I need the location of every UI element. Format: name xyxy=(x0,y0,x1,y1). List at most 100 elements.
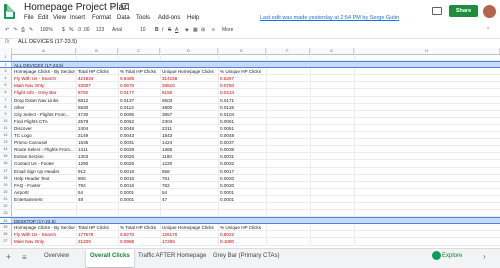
cell[interactable]: 0.0095 xyxy=(120,111,158,117)
fill-color-icon[interactable]: ◈ xyxy=(185,27,189,33)
cell[interactable]: City Select - Flights From... xyxy=(14,111,75,117)
cell[interactable]: 54 xyxy=(78,189,116,195)
cell[interactable]: 17259 xyxy=(162,238,216,244)
cell[interactable]: FAQ - Footer xyxy=(14,182,75,188)
cell[interactable] xyxy=(268,125,308,131)
tab-overall-clicks[interactable]: Overall Clicks xyxy=(90,253,130,259)
cell[interactable] xyxy=(220,210,264,216)
cell[interactable] xyxy=(162,210,216,216)
explore-icon[interactable] xyxy=(432,251,441,260)
more-button[interactable]: More xyxy=(222,27,233,33)
cell[interactable]: % Unique HP Clicks xyxy=(220,224,264,230)
all-sheets-icon[interactable]: ≡ xyxy=(22,253,27,262)
spreadsheet-grid[interactable]: A B C D E F G H 12ALL DEVICES (17-23.5)3… xyxy=(0,48,500,246)
row-number[interactable]: 4 xyxy=(0,75,12,81)
cell[interactable]: Flight info - Grey Bar xyxy=(14,89,75,95)
row-number[interactable]: 21 xyxy=(0,196,12,202)
cell[interactable]: 4800 xyxy=(162,104,216,110)
paint-format-icon[interactable]: ✎ xyxy=(29,27,33,33)
cell[interactable]: 0.0177 xyxy=(120,89,158,95)
cell[interactable] xyxy=(268,97,308,103)
cell[interactable]: 1424 xyxy=(162,139,216,145)
cell[interactable] xyxy=(162,62,216,67)
table-row[interactable]: 17Email Sign Up Header9120.00186580.0017 xyxy=(0,168,500,175)
cell[interactable] xyxy=(78,54,116,60)
cell[interactable] xyxy=(268,238,308,244)
cell[interactable] xyxy=(14,54,75,60)
cell[interactable]: 658 xyxy=(162,168,216,174)
cell[interactable]: 2579 xyxy=(78,118,116,124)
cell[interactable]: Email Sign Up Header xyxy=(14,168,75,174)
cell[interactable] xyxy=(162,54,216,60)
cell[interactable] xyxy=(268,62,308,67)
cell[interactable]: 0.0031 xyxy=(120,139,158,145)
cell[interactable]: 0.0126 xyxy=(220,104,264,110)
table-row[interactable]: 25Homepage Clicks - By SectionTotal HP C… xyxy=(0,224,500,231)
cell[interactable] xyxy=(268,224,308,230)
table-row[interactable]: 7Drop Down Nav Links68120.013765030.0171 xyxy=(0,97,500,104)
add-sheet-icon[interactable]: + xyxy=(6,252,11,262)
cell[interactable]: 6812 xyxy=(78,97,116,103)
section-header-row[interactable]: 24DESKTOP (17-23.5) xyxy=(0,217,500,224)
cell[interactable] xyxy=(268,196,308,202)
cell[interactable]: Help Header Text xyxy=(14,175,75,181)
cell[interactable]: 0.0061 xyxy=(220,125,264,131)
cell[interactable]: Total HP Clicks xyxy=(78,68,116,74)
cell[interactable]: 0.0017 xyxy=(220,168,264,174)
row-number[interactable]: 3 xyxy=(0,68,12,74)
cell[interactable]: % Total HP Clicks xyxy=(120,68,158,74)
tab-grey-bar[interactable]: Grey Bar (Primary CTAs) xyxy=(213,253,280,259)
table-row[interactable]: 6Flight info - Grey Bar87920.017761500.0… xyxy=(0,89,500,96)
row-number[interactable]: 22 xyxy=(0,203,12,209)
cell[interactable]: Unique Homepage Clicks xyxy=(162,68,216,74)
cell[interactable] xyxy=(268,68,308,74)
row-number[interactable]: 8 xyxy=(0,104,12,110)
row-number[interactable]: 13 xyxy=(0,139,12,145)
cell[interactable] xyxy=(268,160,308,166)
table-row[interactable]: 18Help Header Text8000.00167610.0020 xyxy=(0,175,500,182)
table-row[interactable]: 16Contact Us - Footer12900.002612200.003… xyxy=(0,160,500,167)
table-row[interactable]: 20Airportr540.0001540.0001 xyxy=(0,189,500,196)
cell[interactable]: 0.0026 xyxy=(120,153,158,159)
cell[interactable]: 1190 xyxy=(162,153,216,159)
last-edit-link[interactable]: Last edit was made yesterday at 2:54 PM … xyxy=(260,15,399,21)
folder-icon[interactable] xyxy=(121,3,129,9)
row-number[interactable]: 14 xyxy=(0,146,12,152)
cell[interactable]: 0.0028 xyxy=(120,146,158,152)
cell[interactable]: Unique Homepage Clicks xyxy=(162,224,216,230)
cell[interactable]: 0.0171 xyxy=(220,97,264,103)
cell[interactable]: 0.0043 xyxy=(120,132,158,138)
collapse-icon[interactable]: ⌃ xyxy=(486,27,490,33)
table-row[interactable]: 1 xyxy=(0,54,500,61)
cell[interactable]: 0.0020 xyxy=(220,182,264,188)
cell[interactable] xyxy=(268,89,308,95)
row-number[interactable]: 7 xyxy=(0,97,12,103)
tab-overview[interactable]: Overview xyxy=(44,253,69,259)
share-button[interactable]: Share xyxy=(449,5,478,17)
table-row[interactable]: 26Fly With Us - Search1775790.8270126170… xyxy=(0,231,500,238)
italic-icon[interactable]: I xyxy=(162,27,163,33)
row-number[interactable]: 2 xyxy=(0,62,12,67)
cell[interactable]: 0.0018 xyxy=(120,168,158,174)
cell[interactable]: 0.0001 xyxy=(220,196,264,202)
cell[interactable]: 28810 xyxy=(162,82,216,88)
cell[interactable] xyxy=(220,54,264,60)
cell[interactable] xyxy=(120,203,158,209)
redo-icon[interactable]: ↷ xyxy=(13,27,17,33)
cell[interactable]: 54 xyxy=(162,189,216,195)
table-row[interactable]: 4Fly With Us - Search4219340.64953141560… xyxy=(0,75,500,82)
cell[interactable]: 762 xyxy=(162,182,216,188)
cell[interactable]: 0.0137 xyxy=(120,97,158,103)
row-number[interactable]: 24 xyxy=(0,218,12,223)
row-number[interactable]: 25 xyxy=(0,224,12,230)
cell[interactable]: 0.1080 xyxy=(220,238,264,244)
table-row[interactable]: 15Extras Section13030.002611900.0031 xyxy=(0,153,500,160)
cell[interactable]: 4730 xyxy=(78,111,116,117)
cell[interactable]: 6503 xyxy=(162,97,216,103)
cell[interactable] xyxy=(162,218,216,223)
font-select[interactable]: Arial xyxy=(112,27,122,33)
row-number[interactable]: 1 xyxy=(0,54,12,60)
cell[interactable] xyxy=(268,203,308,209)
formula-input[interactable]: ALL DEVICES (17-23.5) xyxy=(18,39,77,45)
cell[interactable]: 48 xyxy=(78,196,116,202)
